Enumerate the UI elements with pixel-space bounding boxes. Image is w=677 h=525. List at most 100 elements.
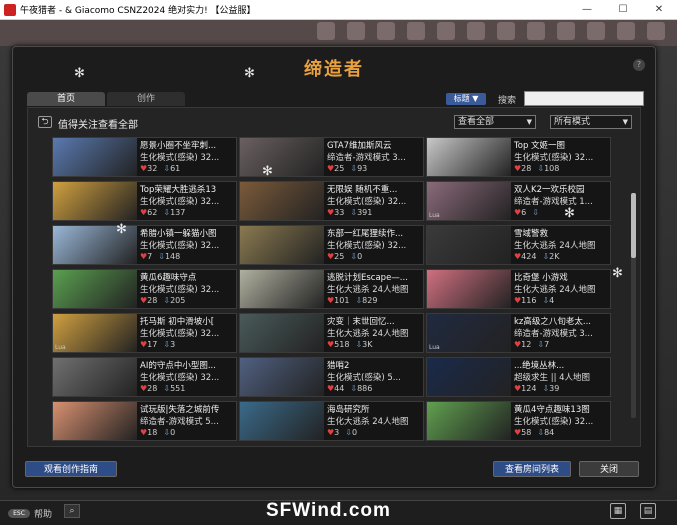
map-thumbnail [53,270,137,308]
map-card[interactable]: 试玩版|失落之城前传 缔造者-游戏模式 5... ♥18 ⇩0 [52,401,237,441]
download-icon: ⇩ [158,252,165,261]
tab-home[interactable]: 首页 [27,92,105,106]
map-card[interactable]: 比奇堡 小游戏 生化大逃杀 24人地图 ♥116 ⇩4 [426,269,611,309]
map-card[interactable]: 黄瓜6趣味守点 生化模式(感染) 32... ♥28 ⇩205 [52,269,237,309]
maximize-button[interactable]: ☐ [605,0,641,20]
map-card[interactable]: 无限娱 随机不重... 生化模式(感染) 32... ♥33 ⇩391 [239,181,424,221]
map-mode: 缔造者-游戏模式 3... [327,153,406,163]
menu-icon[interactable] [467,22,485,40]
snowflake-icon: ✻ [262,164,273,179]
like-count: 32 [147,164,158,173]
room-list-button[interactable]: 查看房间列表 [493,461,571,477]
film-icon[interactable]: ▤ [640,503,656,519]
map-mode: 生化模式(感染) 32... [140,329,220,339]
map-mode: 超级求生 || 4人地图 [514,373,591,383]
help-toggle[interactable]: ESC 帮助 [8,507,52,520]
creation-guide-button[interactable]: 观看创作指南 [25,461,117,477]
menu-icon[interactable] [317,22,335,40]
like-count: 58 [521,428,532,437]
download-count: 93 [357,164,368,173]
map-thumbnail [53,402,137,440]
download-count: 61 [170,164,181,173]
map-card[interactable]: 猎哨2 生化模式(感染) 5... ♥44 ⇩886 [239,357,424,397]
menu-icon[interactable] [557,22,575,40]
map-card[interactable]: Lua 托马斯 初中滑坡小[生化模式(感染) 32... ♥17 ⇩3 [52,313,237,353]
map-card[interactable]: 灾变｜末世回忆... 生化大逃杀 24人地图 ♥518 ⇩3K [239,313,424,353]
dropdown-arrow-icon: ▼ [526,118,532,126]
map-card[interactable]: Top 文姬一图 生化模式(感染) 32... ♥28 ⇩108 [426,137,611,177]
map-stats: ♥6 ⇩ [514,208,607,217]
watermark: SFWind.com [266,500,391,521]
map-card[interactable]: AI的守点中小型图... 生化模式(感染) 32... ♥28 ⇩551 [52,357,237,397]
map-stats: ♥424 ⇩2K [514,252,607,261]
map-card[interactable]: 希腊小镇一躲猫小图 生化模式(感染) 32... ♥7 ⇩148 [52,225,237,265]
map-name: ...绝境丛林... [514,361,565,371]
like-count: 6 [521,208,527,217]
map-mode: 生化大逃杀 24人地图 [327,285,409,295]
map-name: 灾变｜末世回忆... [327,317,395,327]
search-icon[interactable]: ⌕ [64,504,80,518]
map-mode: 生化模式(感染) 5... [327,373,401,383]
download-count: 0 [351,428,358,437]
map-card[interactable]: ...绝境丛林... 超级求生 || 4人地图 ♥124 ⇩39 [426,357,611,397]
app-icon [4,3,16,16]
map-card[interactable]: 雪域警救 生化大逃杀 24人地图 ♥424 ⇩2K [426,225,611,265]
map-card[interactable]: 东部一红尾狸续作... 生化模式(感染) 32... ♥25 ⇩0 [239,225,424,265]
map-name: 雪域警救 [514,229,549,239]
map-card[interactable]: 逃脱计划Escape—... 生化大逃杀 24人地图 ♥101 ⇩829 [239,269,424,309]
search-input[interactable] [524,91,644,106]
menu-icon[interactable] [347,22,365,40]
map-info: 逃脱计划Escape—... 生化大逃杀 24人地图 ♥101 ⇩829 [324,270,423,308]
map-info: 试玩版|失落之城前传 缔造者-游戏模式 5... ♥18 ⇩0 [137,402,236,440]
sort-label: 标题 [453,94,470,103]
snowflake-icon: ✻ [116,222,127,237]
map-name: 黄瓜6趣味守点 [140,273,197,283]
scrollbar-thumb[interactable] [631,193,636,258]
map-card[interactable]: Lua kz高级之八旬老太... 缔造者-游戏模式 3... ♥12 ⇩7 [426,313,611,353]
map-name: 托马斯 初中滑坡小[ [140,317,215,327]
map-thumbnail [240,226,324,264]
help-label: 帮助 [34,510,53,520]
lua-badge: Lua [429,344,440,351]
mode-filter-dropdown[interactable]: 所有模式 ▼ [550,115,632,129]
minimize-button[interactable]: — [569,0,605,20]
map-card[interactable]: 黄瓜4守点趣味13图 生化模式(感染) 32... ♥58 ⇩84 [426,401,611,441]
map-thumbnail [427,226,511,264]
map-info: 双人K2一欢乐校园 缔造者-游戏模式 1... ♥6 ⇩ [511,182,610,220]
map-thumbnail [427,138,511,176]
map-card[interactable]: Top荣耀大胜逃杀13 生化模式(感染) 32... ♥62 ⇩137 [52,181,237,221]
tab-create[interactable]: 创作 [107,92,185,106]
map-info: 希腊小镇一躲猫小图 生化模式(感染) 32... ♥7 ⇩148 [137,226,236,264]
map-stats: ♥28 ⇩551 [140,384,233,393]
map-mode: 生化模式(感染) 32... [327,197,407,207]
map-mode: 缔造者-游戏模式 3... [514,329,593,339]
map-info: 托马斯 初中滑坡小[生化模式(感染) 32... ♥17 ⇩3 [137,314,236,352]
menu-icon[interactable] [407,22,425,40]
map-mode: 生化模式(感染) 32... [514,417,594,427]
map-mode: 缔造者-游戏模式 5... [140,417,219,427]
menu-icon[interactable] [647,22,665,40]
map-card[interactable]: 海岛研究所 生化大逃杀 24人地图 ♥3 ⇩0 [239,401,424,441]
menu-icon[interactable] [587,22,605,40]
close-window-button[interactable]: ✕ [641,0,677,20]
scrollbar[interactable] [631,193,636,418]
like-count: 116 [521,296,537,305]
help-button[interactable]: ? [633,59,645,71]
map-name: AI的守点中小型图... [140,361,216,371]
menu-icon[interactable] [437,22,455,40]
menu-icon[interactable] [377,22,395,40]
calendar-icon[interactable]: ▦ [610,503,626,519]
map-stats: ♥18 ⇩0 [140,428,233,437]
map-card[interactable]: Lua 双人K2一欢乐校园 缔造者-游戏模式 1... ♥6 ⇩ [426,181,611,221]
map-thumbnail [240,358,324,396]
map-stats: ♥12 ⇩7 [514,340,607,349]
sort-button[interactable]: 标题 ▼ [446,93,486,105]
menu-icon[interactable] [617,22,635,40]
back-icon[interactable]: ⮌ [38,116,52,128]
menu-icon[interactable] [527,22,545,40]
view-filter-dropdown[interactable]: 查看全部 ▼ [454,115,536,129]
map-thumbnail [53,182,137,220]
map-card[interactable]: 愿景小圈不坐牢刺... 生化模式(感染) 32... ♥32 ⇩61 [52,137,237,177]
menu-icon[interactable] [497,22,515,40]
close-button[interactable]: 关闭 [579,461,639,477]
